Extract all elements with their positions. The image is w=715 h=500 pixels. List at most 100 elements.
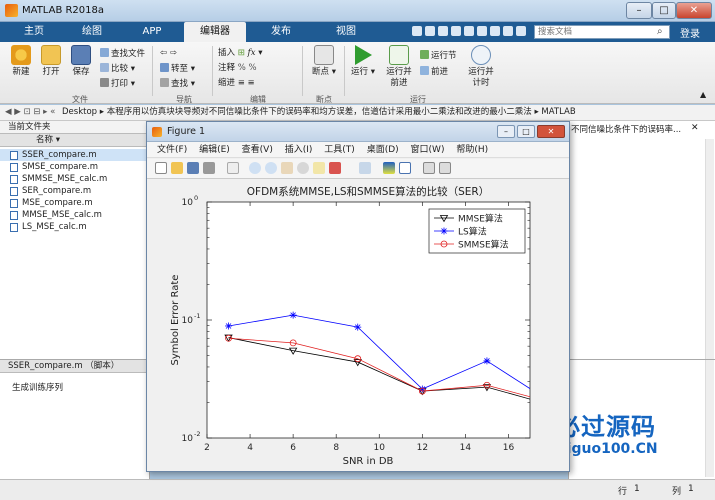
status-col-label: 列 [672, 487, 682, 497]
editor-tab-title[interactable]: 不同信噪比条件下的误码率... [571, 123, 689, 135]
compare-button[interactable]: 比较 ▾ [100, 63, 135, 75]
figure-menu-help[interactable]: 帮助(H) [456, 145, 488, 155]
print-icon[interactable] [203, 162, 215, 174]
legend-icon[interactable] [399, 162, 411, 174]
save-icon [71, 45, 91, 65]
run-section-button[interactable]: 运行节 [420, 50, 457, 62]
file-item[interactable]: SSER_compare.m [0, 149, 149, 161]
file-item[interactable]: LS_MSE_calc.m [0, 221, 149, 233]
comment-button[interactable]: 注释 % % [218, 63, 257, 74]
maximize-button[interactable]: □ [652, 2, 676, 19]
file-item[interactable]: MSE_compare.m [0, 197, 149, 209]
search-icon[interactable]: ⌕ [657, 26, 669, 38]
details-description: 生成训练序列 [12, 383, 64, 393]
figure-menu-insert[interactable]: 插入(I) [285, 145, 313, 155]
editor-scrollbar[interactable] [705, 139, 714, 477]
find-button[interactable]: 查找 ▾ [160, 78, 195, 90]
current-folder-path[interactable]: ◀ ▶ ⊡ ⊟ ▸ « Desktop ▸ 本程序用以仿真块块导频对不同信噪比条… [0, 105, 715, 121]
figure-menu-file[interactable]: 文件(F) [157, 145, 187, 155]
brush-icon[interactable] [329, 162, 341, 174]
name-column-header[interactable]: 名称 ▾ [0, 134, 149, 147]
file-item[interactable]: MMSE_MSE_calc.m [0, 209, 149, 221]
figure-menu-desktop[interactable]: 桌面(D) [367, 145, 399, 155]
breakpoints-button[interactable]: 断点 ▾ [310, 45, 338, 78]
new-button[interactable]: 新建 [8, 45, 34, 78]
dock-icon[interactable] [439, 162, 451, 174]
y-tick-label: 10 [182, 434, 194, 444]
print-button[interactable]: 打印 ▾ [100, 78, 135, 90]
insert-button[interactable]: 插入 ⊞ fx ▾ [218, 48, 262, 59]
login-button[interactable]: 登录 [680, 25, 700, 40]
figure-window[interactable]: Figure 1 – □ ✕ 文件(F) 编辑(E) 查看(V) 插入(I) 工… [146, 121, 570, 472]
data-point [225, 322, 233, 330]
group-run-label: 运行 [410, 95, 426, 104]
zoom-out-icon[interactable] [265, 162, 277, 174]
file-item[interactable]: SMMSE_MSE_calc.m [0, 173, 149, 185]
find-files-button[interactable]: 查找文件 [100, 48, 145, 60]
figure-menu-edit[interactable]: 编辑(E) [199, 145, 230, 155]
figure-menu-tools[interactable]: 工具(T) [324, 145, 355, 155]
tab-editor[interactable]: 编辑器 [184, 22, 246, 42]
nav-arrows[interactable]: ⇦ ⇨ [160, 48, 177, 59]
quick-access-toolbar[interactable] [412, 26, 530, 38]
rotate-icon[interactable] [297, 162, 309, 174]
x-tick-label: 4 [247, 443, 253, 453]
tab-plots[interactable]: 绘图 [66, 22, 118, 42]
colorbar-icon[interactable] [383, 162, 395, 174]
path-nav-icons[interactable]: ◀ ▶ ⊡ ⊟ ▸ « [5, 107, 55, 117]
tab-apps[interactable]: APP [124, 22, 180, 42]
tab-publish[interactable]: 发布 [250, 22, 312, 42]
pointer-icon[interactable] [227, 162, 239, 174]
chart-title: OFDM系统MMSE,LS和SMMSE算法的比较（SER） [247, 185, 489, 198]
path-part-desktop[interactable]: Desktop [62, 107, 97, 117]
save-button[interactable]: 保存 [68, 45, 94, 78]
toolstrip-tabs: 主页 绘图 APP 编辑器 发布 视图 ⌕ 登录 [0, 22, 715, 42]
figure-max-button[interactable]: □ [517, 125, 535, 138]
run-time-icon [471, 45, 491, 65]
tab-home[interactable]: 主页 [8, 22, 60, 42]
m-file-icon [10, 211, 18, 220]
file-item[interactable]: SER_compare.m [0, 185, 149, 197]
pan-icon[interactable] [281, 162, 293, 174]
window-titlebar: MATLAB R2018a – □ ✕ [0, 0, 715, 22]
run-advance-button[interactable]: 运行并 前进 [384, 45, 414, 89]
tab-view[interactable]: 视图 [316, 22, 376, 42]
indent-button[interactable]: 缩进 ≡ ≡ [218, 78, 255, 89]
minimize-button[interactable]: – [626, 2, 652, 19]
run-button[interactable]: 运行 ▾ [350, 45, 376, 78]
legend-marker [440, 227, 448, 235]
find-files-icon [100, 48, 109, 57]
x-tick-label: 2 [204, 443, 210, 453]
save-icon[interactable] [187, 162, 199, 174]
close-button[interactable]: ✕ [676, 2, 712, 19]
editor-close-icon[interactable]: ✕ [691, 123, 699, 133]
advance-button[interactable]: 前进 [420, 66, 448, 78]
goto-button[interactable]: 转至 ▾ [160, 63, 195, 75]
run-advance-icon [389, 45, 409, 65]
path-part-matlab[interactable]: MATLAB [541, 107, 575, 117]
find-icon [160, 78, 169, 87]
open-button[interactable]: 打开 [38, 45, 64, 78]
figure-min-button[interactable]: – [497, 125, 515, 138]
file-item[interactable]: SMSE_compare.m [0, 161, 149, 173]
zoom-in-icon[interactable] [249, 162, 261, 174]
figure-menubar: 文件(F) 编辑(E) 查看(V) 插入(I) 工具(T) 桌面(D) 窗口(W… [147, 142, 569, 158]
x-tick-label: 6 [290, 443, 296, 453]
open-icon[interactable] [171, 162, 183, 174]
legend-entry: MMSE算法 [458, 213, 503, 225]
m-file-icon [10, 175, 18, 184]
search-docs-input[interactable] [534, 25, 670, 39]
ribbon-collapse-icon[interactable]: ▲ [700, 90, 706, 99]
path-part-folder[interactable]: 本程序用以仿真块块导频对不同信噪比条件下的误码率和均方误差，信道估计采用最小二乘… [107, 107, 532, 117]
figure-menu-window[interactable]: 窗口(W) [411, 145, 445, 155]
figure-menu-view[interactable]: 查看(V) [242, 145, 273, 155]
link-icon[interactable] [359, 162, 371, 174]
plot-tools-icon[interactable] [423, 162, 435, 174]
new-figure-icon[interactable] [155, 162, 167, 174]
figure-close-button[interactable]: ✕ [537, 125, 565, 138]
datacursor-icon[interactable] [313, 162, 325, 174]
y-tick-exponent: -2 [194, 430, 200, 438]
run-and-time-button[interactable]: 运行并 计时 [466, 45, 496, 89]
m-file-icon [10, 151, 18, 160]
details-title: SSER_compare.m （脚本） [0, 360, 149, 373]
